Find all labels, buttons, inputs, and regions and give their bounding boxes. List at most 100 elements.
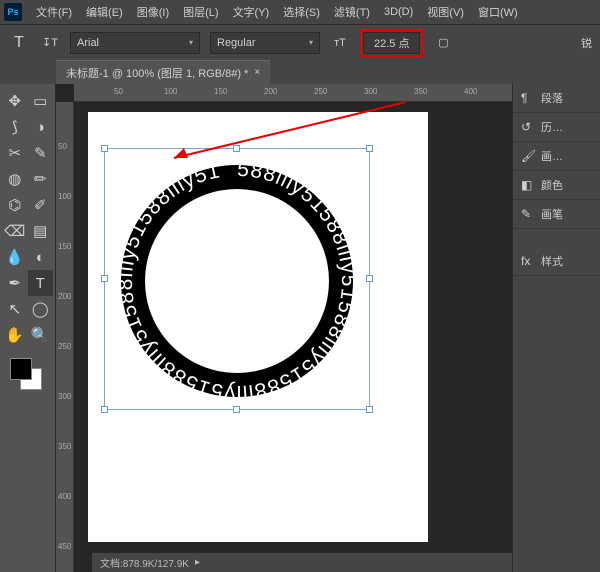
brush-icon: 🖌 — [521, 149, 535, 163]
dodge-tool[interactable]: ◐ — [28, 244, 54, 270]
font-size-icon[interactable]: тT — [330, 33, 350, 53]
transform-handle[interactable] — [101, 406, 108, 413]
color-swatch[interactable] — [2, 354, 53, 394]
blur-tool[interactable]: 💧 — [2, 244, 28, 270]
lasso-tool[interactable]: ⟆ — [2, 114, 28, 140]
transform-handle[interactable] — [101, 145, 108, 152]
menu-type[interactable]: 文字(Y) — [227, 1, 276, 23]
healing-tool[interactable]: ◍ — [2, 166, 28, 192]
ruler-tick: 200 — [264, 87, 277, 96]
panel-brushes[interactable]: 🖌 画… — [513, 142, 600, 171]
document-tab[interactable]: 未标题-1 @ 100% (图层 1, RGB/8#) * × — [56, 60, 270, 85]
ruler-tick: 50 — [114, 87, 123, 96]
panel-label: 画… — [541, 148, 563, 164]
panel-dock: ¶ 段落 ↺ 历… 🖌 画… ◧ 颜色 ✎ 画笔 fx 样式 — [512, 84, 600, 572]
ruler-vertical: 50 100 150 200 250 300 350 400 450 — [56, 102, 74, 572]
marquee-tool[interactable]: ▭ — [28, 88, 54, 114]
font-size-highlight: 22.5 点 — [360, 29, 423, 57]
eyedropper-tool[interactable]: ✎ — [28, 140, 54, 166]
panel-label: 颜色 — [541, 177, 563, 193]
panel-label: 样式 — [541, 253, 563, 269]
transform-handle[interactable] — [366, 275, 373, 282]
app-logo: Ps — [4, 3, 22, 21]
status-arrow-icon[interactable]: ▸ — [195, 557, 200, 568]
panel-label: 画笔 — [541, 206, 563, 222]
quick-select-tool[interactable]: ◑ — [28, 114, 54, 140]
workspace: ✥ ▭ ⟆ ◑ ✂ ✎ ◍ ✏ ⌬ ✐ ⌫ ▤ 💧 ◐ ✒ T ↖ ◯ ✋ 🔍 … — [0, 84, 600, 572]
ruler-tick: 400 — [58, 492, 71, 501]
zoom-tool[interactable]: 🔍 — [28, 322, 54, 348]
transform-handle[interactable] — [233, 406, 240, 413]
tool-box: ✥ ▭ ⟆ ◑ ✂ ✎ ◍ ✏ ⌬ ✐ ⌫ ▤ 💧 ◐ ✒ T ↖ ◯ ✋ 🔍 — [0, 84, 56, 572]
menu-bar: Ps 文件(F) 编辑(E) 图像(I) 图层(L) 文字(Y) 选择(S) 滤… — [0, 0, 600, 24]
panel-styles[interactable]: fx 样式 — [513, 247, 600, 276]
hand-tool[interactable]: ✋ — [2, 322, 28, 348]
font-family-value: Arial — [77, 37, 99, 49]
history-brush-tool[interactable]: ✐ — [28, 192, 54, 218]
panel-label: 段落 — [541, 90, 563, 106]
ruler-tick: 350 — [58, 442, 71, 451]
menu-layer[interactable]: 图层(L) — [177, 1, 224, 23]
styles-icon: fx — [521, 254, 535, 268]
options-bar: T ↧T Arial ▾ Regular ▾ тT 22.5 点 ▢ 锐 — [0, 24, 600, 60]
type-tool[interactable]: T — [28, 270, 54, 296]
ruler-tick: 200 — [58, 292, 71, 301]
foreground-color[interactable] — [10, 358, 32, 380]
type-tool-icon[interactable]: T — [8, 32, 30, 54]
document-tab-title: 未标题-1 @ 100% (图层 1, RGB/8#) * — [66, 65, 248, 81]
close-tab-icon[interactable]: × — [254, 67, 260, 78]
eraser-tool[interactable]: ⌫ — [2, 218, 28, 244]
transform-handle[interactable] — [366, 145, 373, 152]
font-style-dropdown[interactable]: Regular ▾ — [210, 32, 320, 54]
menu-3d[interactable]: 3D(D) — [378, 3, 419, 21]
sharpen-label: 锐 — [581, 35, 592, 51]
panel-colors[interactable]: ◧ 颜色 — [513, 171, 600, 200]
ruler-tick: 250 — [58, 342, 71, 351]
ruler-horizontal: 50 100 150 200 250 300 350 400 — [74, 84, 512, 102]
anti-alias-icon[interactable]: ▢ — [433, 33, 453, 53]
crop-tool[interactable]: ✂ — [2, 140, 28, 166]
menu-edit[interactable]: 编辑(E) — [80, 1, 129, 23]
path-select-tool[interactable]: ↖ — [2, 296, 28, 322]
document-tab-row: 未标题-1 @ 100% (图层 1, RGB/8#) * × — [0, 60, 600, 84]
font-size-input[interactable]: 22.5 点 — [363, 32, 420, 54]
panel-brush-presets[interactable]: ✎ 画笔 — [513, 200, 600, 229]
brush-tool[interactable]: ✏ — [28, 166, 54, 192]
ruler-tick: 400 — [464, 87, 477, 96]
shape-tool[interactable]: ◯ — [28, 296, 54, 322]
font-family-dropdown[interactable]: Arial ▾ — [70, 32, 200, 54]
ruler-tick: 50 — [58, 142, 67, 151]
text-orientation-icon[interactable]: ↧T — [40, 33, 60, 53]
canvas-zone: 50 100 150 200 250 300 350 400 50 100 15… — [56, 84, 512, 572]
panel-paragraph[interactable]: ¶ 段落 — [513, 84, 600, 113]
panel-history[interactable]: ↺ 历… — [513, 113, 600, 142]
chevron-down-icon: ▾ — [189, 38, 193, 47]
ruler-tick: 300 — [364, 87, 377, 96]
menu-view[interactable]: 视图(V) — [421, 1, 470, 23]
ruler-tick: 100 — [164, 87, 177, 96]
brush-preset-icon: ✎ — [521, 207, 535, 221]
history-icon: ↺ — [521, 120, 535, 134]
transform-bounding-box[interactable] — [104, 148, 370, 410]
font-style-value: Regular — [217, 37, 256, 49]
gradient-tool[interactable]: ▤ — [28, 218, 54, 244]
menu-file[interactable]: 文件(F) — [30, 1, 78, 23]
menu-select[interactable]: 选择(S) — [277, 1, 326, 23]
ruler-tick: 150 — [214, 87, 227, 96]
ruler-tick: 300 — [58, 392, 71, 401]
transform-handle[interactable] — [101, 275, 108, 282]
move-tool[interactable]: ✥ — [2, 88, 28, 114]
transform-handle[interactable] — [233, 145, 240, 152]
menu-window[interactable]: 窗口(W) — [472, 1, 524, 23]
ruler-tick: 250 — [314, 87, 327, 96]
ruler-tick: 150 — [58, 242, 71, 251]
paragraph-icon: ¶ — [521, 91, 535, 105]
menu-filter[interactable]: 滤镜(T) — [328, 1, 376, 23]
pen-tool[interactable]: ✒ — [2, 270, 28, 296]
ruler-tick: 450 — [58, 542, 71, 551]
transform-handle[interactable] — [366, 406, 373, 413]
canvas-area[interactable]: 588lily51588lily51588lily51588lily51588l… — [74, 102, 512, 572]
stamp-tool[interactable]: ⌬ — [2, 192, 28, 218]
menu-image[interactable]: 图像(I) — [131, 1, 175, 23]
ruler-tick: 100 — [58, 192, 71, 201]
